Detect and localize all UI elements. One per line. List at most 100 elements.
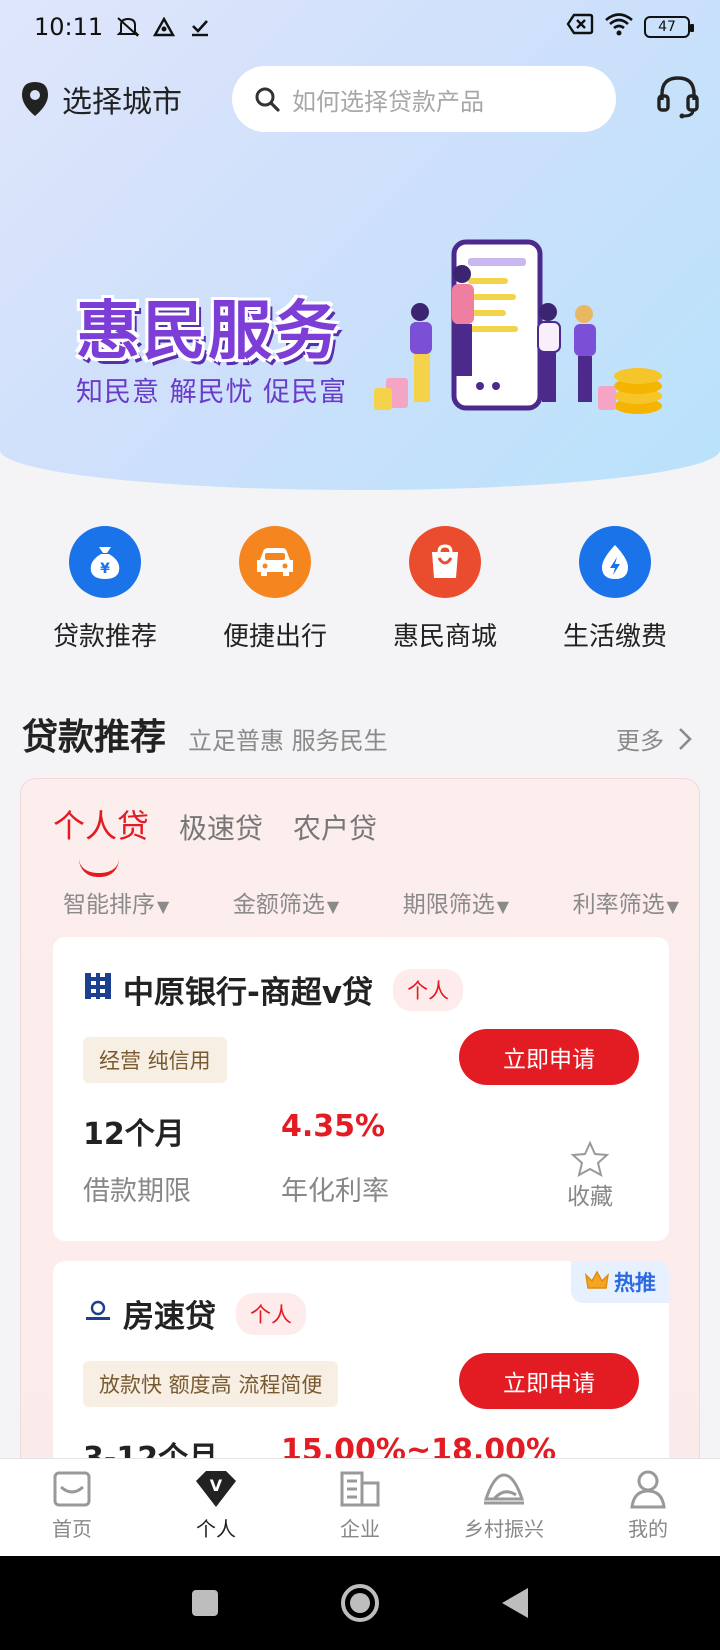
- loan-tabs: 个人贷 极速贷 农户贷: [53, 801, 377, 877]
- triangle-down-icon: ▼: [326, 897, 340, 916]
- product-name: 中原银行-商超v贷: [123, 975, 374, 1011]
- apply-button[interactable]: 立即申请: [459, 1029, 639, 1085]
- more-label: 更多: [616, 727, 664, 755]
- sim-disabled-icon: [566, 13, 594, 41]
- check-icon: [185, 14, 215, 40]
- interest-rate: 4.35%: [281, 1109, 386, 1144]
- shopping-bag-icon: [409, 526, 481, 598]
- tab-personal-loan[interactable]: 个人贷: [53, 801, 149, 877]
- top-bar: 选择城市 如何选择贷款产品: [20, 66, 700, 132]
- home-button-icon[interactable]: [340, 1583, 380, 1623]
- car-icon: [239, 526, 311, 598]
- city-selector[interactable]: 选择城市: [20, 77, 232, 121]
- wifi-icon: [604, 12, 634, 42]
- search-icon: [255, 87, 280, 112]
- interest-rate-label: 年化利率: [281, 1176, 389, 1207]
- filter-sort[interactable]: 智能排序 ▼: [63, 885, 169, 919]
- section-subtitle: 立足普惠 服务民生: [188, 727, 388, 755]
- nav-label: 企业: [340, 1517, 380, 1541]
- quick-action-mall[interactable]: 惠民商城: [360, 526, 530, 653]
- hot-badge: 热推: [571, 1261, 669, 1303]
- quick-action-label: 生活缴费: [562, 622, 667, 652]
- filter-label: 金额筛选: [232, 892, 325, 918]
- filter-label: 期限筛选: [402, 892, 495, 918]
- village-icon: [483, 1473, 525, 1505]
- nav-label: 首页: [52, 1517, 92, 1541]
- quick-actions: ¥ 贷款推荐 便捷出行 惠民商城 生活缴费: [20, 526, 700, 653]
- nav-label: 我的: [628, 1517, 668, 1541]
- nav-mine[interactable]: 我的: [576, 1459, 720, 1556]
- banner-illustration: [374, 239, 662, 414]
- personal-v-icon: V: [196, 1471, 236, 1507]
- loan-term-label: 借款期限: [83, 1176, 191, 1207]
- lender-logo-icon: [83, 1296, 113, 1332]
- back-icon[interactable]: [500, 1586, 530, 1620]
- home-icon: [53, 1471, 91, 1507]
- filter-term[interactable]: 期限筛选 ▼: [403, 885, 509, 919]
- loan-list-panel: 个人贷 极速贷 农户贷 智能排序 ▼ 金额筛选 ▼ 期限筛选 ▼ 利率筛选 ▼ 中原银行…: [20, 778, 700, 1538]
- star-icon: [571, 1141, 609, 1177]
- filter-label: 智能排序: [63, 892, 155, 918]
- banner-title: 惠民服务: [76, 295, 340, 369]
- filter-label: 利率筛选: [572, 892, 665, 918]
- system-navigation-bar: [0, 1556, 720, 1650]
- location-pin-icon: [22, 82, 48, 116]
- triangle-down-icon: ▼: [666, 897, 679, 916]
- banner-subtitle: 知民意 解民忧 促民富: [76, 377, 348, 408]
- bank-logo-icon: [83, 971, 113, 1009]
- chevron-right-icon: [679, 727, 692, 750]
- triangle-down-icon: ▼: [157, 897, 170, 916]
- quick-action-label: 便捷出行: [222, 622, 327, 652]
- search-placeholder: 如何选择贷款产品: [292, 87, 484, 116]
- mute-icon: [113, 14, 143, 40]
- filter-amount[interactable]: 金额筛选 ▼: [233, 885, 339, 919]
- svg-text:V: V: [210, 1476, 223, 1495]
- svg-text:¥: ¥: [100, 561, 110, 577]
- bottom-navigation: 首页 V 个人 企业 乡村振兴 我的: [0, 1458, 720, 1556]
- product-tag: 个人: [236, 1292, 306, 1335]
- crown-icon: [584, 1269, 610, 1296]
- more-link[interactable]: 更多: [616, 721, 698, 756]
- tab-farmer-loan[interactable]: 农户贷: [293, 807, 377, 847]
- loan-section-header: 贷款推荐 立足普惠 服务民生 更多: [22, 708, 698, 760]
- nav-label: 个人: [196, 1517, 236, 1541]
- filter-bar: 智能排序 ▼ 金额筛选 ▼ 期限筛选 ▼ 利率筛选 ▼: [63, 885, 679, 919]
- nav-enterprise[interactable]: 企业: [288, 1459, 432, 1556]
- loan-product-card[interactable]: 中原银行-商超v贷 个人 经营 纯信用 立即申请 12个月 借款期限 4.35%…: [53, 937, 669, 1241]
- city-label: 选择城市: [62, 85, 182, 120]
- money-bag-icon: ¥: [69, 526, 141, 598]
- quick-action-label: 惠民商城: [392, 622, 497, 652]
- quick-action-bills[interactable]: 生活缴费: [530, 526, 700, 653]
- battery-indicator: 47: [644, 16, 694, 38]
- nav-village[interactable]: 乡村振兴: [432, 1459, 576, 1556]
- profile-icon: [630, 1470, 666, 1509]
- tab-fast-loan[interactable]: 极速贷: [179, 807, 263, 847]
- hot-label: 热推: [614, 1271, 656, 1295]
- section-title: 贷款推荐: [22, 717, 167, 758]
- product-features: 经营 纯信用: [83, 1037, 227, 1083]
- favorite-label: 收藏: [567, 1184, 613, 1210]
- product-name: 房速贷: [123, 1299, 216, 1335]
- status-time: 10:11: [34, 13, 104, 41]
- recent-apps-icon[interactable]: [190, 1588, 220, 1618]
- building-icon: [340, 1471, 380, 1507]
- app-notification-icon: [149, 14, 179, 40]
- filter-rate[interactable]: 利率筛选 ▼: [573, 885, 679, 919]
- loan-term: 12个月: [83, 1117, 185, 1152]
- triangle-down-icon: ▼: [496, 897, 510, 916]
- product-title-row: 房速贷 个人: [83, 1291, 306, 1336]
- quick-action-loan[interactable]: ¥ 贷款推荐: [20, 526, 190, 653]
- nav-label: 乡村振兴: [464, 1517, 544, 1541]
- status-bar: 10:11 47: [34, 10, 694, 44]
- favorite-button[interactable]: 收藏: [567, 1141, 613, 1211]
- customer-service-icon[interactable]: [656, 74, 700, 124]
- quick-action-label: 贷款推荐: [52, 622, 157, 652]
- product-title-row: 中原银行-商超v贷 个人: [83, 967, 464, 1012]
- nav-personal[interactable]: V 个人: [144, 1459, 288, 1556]
- product-tag: 个人: [393, 968, 464, 1011]
- quick-action-travel[interactable]: 便捷出行: [190, 526, 360, 653]
- search-input[interactable]: 如何选择贷款产品: [232, 66, 616, 132]
- nav-home[interactable]: 首页: [0, 1459, 144, 1556]
- lightning-icon: [579, 526, 651, 598]
- apply-button[interactable]: 立即申请: [459, 1353, 639, 1409]
